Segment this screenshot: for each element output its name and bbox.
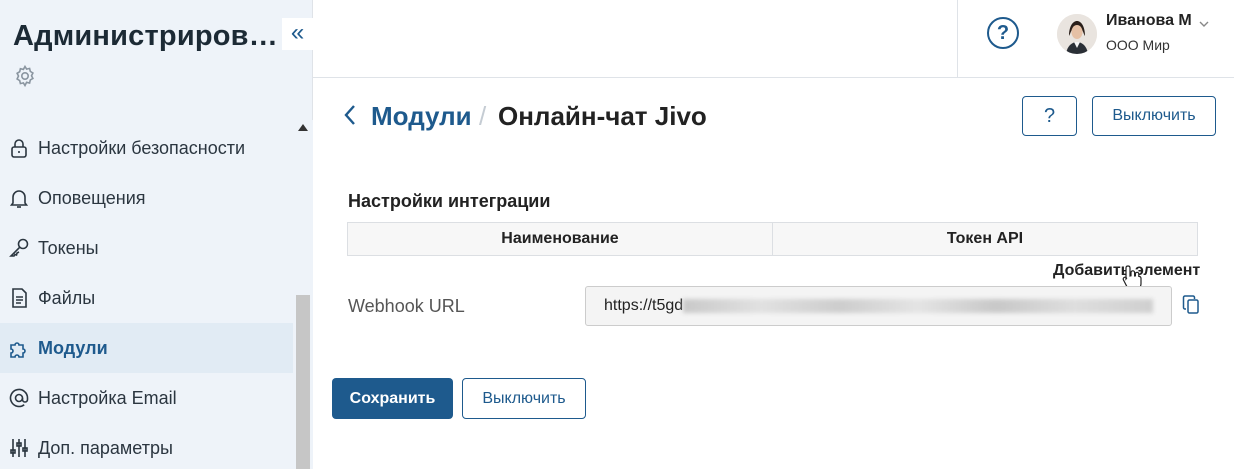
avatar[interactable] — [1057, 14, 1097, 54]
sidebar-item-label: Настройка Email — [38, 387, 177, 408]
at-icon — [8, 387, 30, 409]
sidebar-title: Администриров… — [13, 20, 278, 52]
puzzle-icon — [8, 337, 30, 359]
webhook-url-field[interactable]: https://t5gd — [585, 286, 1172, 326]
sidebar-item-label: Настройки безопасности — [38, 137, 246, 158]
help-button[interactable]: ? — [987, 17, 1019, 49]
sidebar-item-files[interactable]: Файлы — [0, 273, 293, 323]
webhook-url-value: https://t5gd — [604, 297, 684, 314]
column-header-token: Токен API — [772, 223, 1197, 255]
save-button[interactable]: Сохранить — [332, 378, 453, 419]
disable-module-button-top[interactable]: Выключить — [1092, 96, 1216, 136]
back-chevron-icon[interactable] — [343, 103, 357, 127]
sidebar-item-extra-params[interactable]: Доп. параметры — [0, 423, 293, 469]
key-icon — [8, 237, 30, 259]
user-name[interactable]: Иванова М — [1106, 12, 1192, 30]
webhook-url-label: Webhook URL — [348, 296, 465, 316]
sidebar-item-tokens[interactable]: Токены — [0, 223, 293, 273]
table-header: Наименование Токен API — [347, 222, 1198, 256]
main-content: Модули / Онлайн-чат Jivo ? Выключить Нас… — [313, 79, 1234, 469]
sliders-icon — [8, 437, 30, 459]
sidebar-item-label: Модули — [38, 337, 108, 358]
copy-icon[interactable] — [1182, 295, 1200, 315]
breadcrumb-parent-link[interactable]: Модули — [371, 101, 472, 132]
section-title: Настройки интеграции — [348, 191, 551, 211]
sidebar-item-label: Доп. параметры — [38, 437, 173, 458]
sidebar-item-label: Оповещения — [38, 187, 146, 208]
disable-module-button[interactable]: Выключить — [462, 378, 586, 419]
user-org: ООО Мир — [1106, 37, 1170, 53]
gear-icon[interactable] — [13, 64, 37, 88]
sidebar-item-notifications[interactable]: Оповещения — [0, 173, 293, 223]
sidebar-item-security[interactable]: Настройки безопасности — [0, 123, 293, 173]
collapse-sidebar-button[interactable]: « — [282, 18, 313, 50]
file-icon — [8, 287, 30, 309]
header-divider — [957, 0, 958, 78]
sidebar-item-email[interactable]: Настройка Email — [0, 373, 293, 423]
scroll-thumb[interactable] — [296, 295, 310, 469]
module-help-button[interactable]: ? — [1022, 96, 1077, 136]
sidebar-item-modules[interactable]: Модули — [0, 323, 293, 373]
breadcrumb-separator: / — [479, 101, 487, 131]
page-title: Онлайн-чат Jivo — [498, 101, 707, 131]
lock-icon — [8, 137, 30, 159]
sidebar-item-label: Файлы — [38, 287, 96, 308]
scroll-up-arrow-icon[interactable] — [298, 124, 308, 131]
sidebar-scrollbar[interactable] — [293, 120, 313, 469]
redacted-url-blur — [683, 298, 1154, 313]
bell-icon — [8, 187, 30, 209]
chevron-down-icon[interactable] — [1199, 16, 1209, 27]
sidebar-nav: Настройки безопасности Оповещения Токены… — [0, 123, 293, 469]
top-header: ? Иванова М ООО Мир — [313, 0, 1234, 78]
column-header-name: Наименование — [501, 230, 619, 247]
sidebar-item-label: Токены — [38, 237, 99, 258]
sidebar: Администриров… « Настройки безопасности … — [0, 0, 313, 469]
